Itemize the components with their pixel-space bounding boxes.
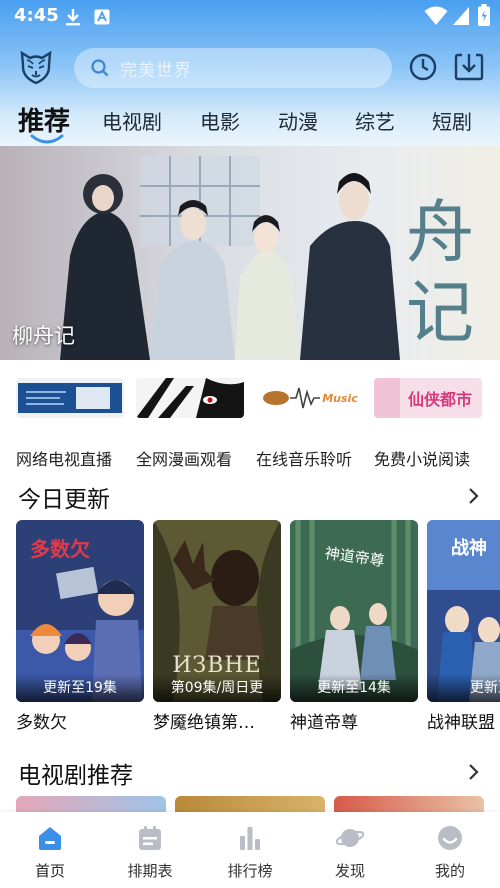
nav-home[interactable]: 首页 [0,812,100,888]
nav-discover[interactable]: 发现 [300,812,400,888]
poster-image: 战神 更新至 [427,520,500,702]
poster-title: 神道帝尊 [290,713,358,733]
today-updates-title: 今日更新 [18,487,110,513]
poster-title: 战神联盟 [427,713,495,733]
nav-schedule[interactable]: 排期表 [100,812,200,888]
tv-recommend-title: 电视剧推荐 [18,763,133,789]
shortcut-label: 在线音乐聆听 [256,450,353,469]
poster-image: 多数欠 更新至19集 [16,520,144,702]
music-image-text: Music [322,392,358,405]
search-icon [91,59,109,77]
bar-chart-icon [240,827,260,850]
poster-image: 神道帝尊 更新至14集 [290,520,418,702]
poster-image: ИЗВНЕ 第09集/周日更 [153,520,281,702]
cellular-signal-icon [453,7,469,25]
history-clock-icon[interactable] [407,51,439,83]
banner-image: 舟 记 [0,146,500,360]
download-notification-icon [66,9,80,26]
shortcut-novels[interactable]: 仙侠都市 免费小说阅读 [374,378,492,470]
home-icon [39,827,61,850]
app-logo-icon[interactable] [16,47,56,87]
music-image: Music [256,378,364,418]
status-time: 4:45 [14,5,59,26]
nav-rankings[interactable]: 排行榜 [200,812,300,888]
tv-thumbnail[interactable] [16,796,166,812]
poster-art-text: 战神 [451,537,487,559]
search-bar[interactable]: 完美世界 [74,48,392,88]
feature-shortcuts: 网络电视直播 全网漫画观看 Music 在线音乐聆听 仙侠都市 免费小说阅读 [0,378,500,470]
download-icon[interactable] [453,51,485,83]
nav-label: 首页 [34,862,65,880]
tab-anime[interactable]: 动漫 [278,106,318,135]
shortcut-comics[interactable]: 全网漫画观看 [136,378,254,470]
poster-title: 多数欠 [16,713,67,733]
poster-card[interactable]: 神道帝尊 更新至14集 神道帝尊 [290,520,418,733]
search-placeholder: 完美世界 [120,60,192,81]
keyboard-notification-icon [94,9,110,25]
nav-label: 发现 [334,862,365,880]
shortcut-label: 免费小说阅读 [374,450,471,469]
tab-recommend[interactable]: 推荐 [18,101,70,138]
today-updates-list: 多数欠 更新至19集 多数欠 ИЗВНЕ 第09集/周日更 梦魇绝镇第… 神道帝… [16,520,500,735]
poster-card[interactable]: 战神 更新至 战神联盟 [427,520,500,733]
shortcut-label: 全网漫画观看 [136,450,233,469]
hero-banner[interactable]: 舟 记 柳舟记 [0,146,500,360]
wifi-icon [424,6,448,25]
tv-thumbnail[interactable] [334,796,484,812]
tab-short-drama[interactable]: 短剧 [432,106,472,135]
shortcut-live-tv[interactable]: 网络电视直播 [16,378,134,470]
episode-badge: 更新至19集 [16,674,144,702]
shortcut-label: 网络电视直播 [16,450,113,469]
tab-variety[interactable]: 综艺 [355,106,395,135]
episode-badge: 更新至14集 [290,674,418,702]
nav-label: 排期表 [127,862,173,880]
poster-card[interactable]: ИЗВНЕ 第09集/周日更 梦魇绝镇第… [153,520,281,733]
nav-label: 排行榜 [227,862,273,880]
novels-image-text: 仙侠都市 [408,390,472,409]
live-tv-image [16,378,124,418]
calendar-icon [139,826,161,850]
banner-calligraphy-ji: 记 [406,274,474,353]
bottom-navigation: 首页 排期表 排行榜 发现 我的 [0,812,500,888]
poster-title: 梦魇绝镇第… [153,713,255,733]
active-tab-indicator [30,134,64,144]
category-tabs: 推荐 电视剧 电影 动漫 综艺 短剧 [0,98,500,146]
chevron-right-icon[interactable] [466,486,480,506]
poster-art-text: 多数欠 [30,537,90,561]
tab-movies[interactable]: 电影 [200,106,240,135]
comics-image [136,378,244,418]
status-bar: 4:45 [0,0,500,34]
poster-card[interactable]: 多数欠 更新至19集 多数欠 [16,520,144,733]
profile-icon [438,826,462,850]
banner-title: 柳舟记 [12,324,75,348]
episode-badge: 第09集/周日更 [153,674,281,702]
novels-image: 仙侠都市 [374,378,482,418]
battery-icon [478,4,490,26]
chevron-right-icon[interactable] [466,762,480,782]
banner-calligraphy-zhou: 舟 [406,194,474,273]
episode-badge: 更新至 [427,674,500,702]
tv-recommend-list [16,796,500,812]
nav-label: 我的 [434,862,465,880]
tab-tv-series[interactable]: 电视剧 [102,106,162,135]
tv-thumbnail[interactable] [175,796,325,812]
planet-icon [336,829,364,847]
shortcut-music[interactable]: Music 在线音乐聆听 [256,378,374,470]
nav-profile[interactable]: 我的 [400,812,500,888]
